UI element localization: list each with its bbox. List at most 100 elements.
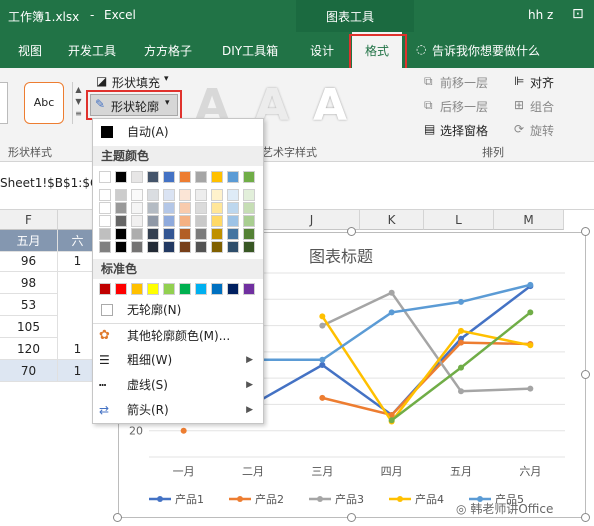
theme-color-swatch[interactable] xyxy=(195,228,207,240)
send-backward-button[interactable]: 后移一层 xyxy=(440,98,488,115)
tab-diy-toolbox[interactable]: DIY工具箱 xyxy=(222,42,278,59)
theme-color-swatch[interactable] xyxy=(195,189,207,201)
theme-color-swatch[interactable] xyxy=(99,171,111,183)
theme-color-swatch[interactable] xyxy=(211,171,223,183)
name-box[interactable]: Sheet1!$B$1:$G xyxy=(0,176,99,190)
column-header-j[interactable]: J xyxy=(264,210,360,230)
theme-color-swatch[interactable] xyxy=(243,228,255,240)
align-button[interactable]: 对齐 xyxy=(530,74,554,91)
table-cell[interactable]: 98 xyxy=(0,272,58,294)
auto-color-item[interactable]: 自动(A) xyxy=(93,121,263,143)
theme-color-swatch[interactable] xyxy=(179,171,191,183)
theme-color-swatch[interactable] xyxy=(115,228,127,240)
standard-color-swatch[interactable] xyxy=(163,283,175,295)
tab-developer[interactable]: 开发工具 xyxy=(68,42,116,59)
rotate-button[interactable]: 旋转 xyxy=(530,122,554,139)
theme-color-swatch[interactable] xyxy=(227,189,239,201)
theme-color-swatch[interactable] xyxy=(131,171,143,183)
theme-color-swatch[interactable] xyxy=(115,189,127,201)
theme-color-swatch[interactable] xyxy=(179,189,191,201)
theme-color-swatch[interactable] xyxy=(115,202,127,214)
theme-color-swatch[interactable] xyxy=(99,202,111,214)
standard-color-swatch[interactable] xyxy=(243,283,255,295)
tell-me-search[interactable]: 告诉我你想要做什么 xyxy=(432,42,540,59)
theme-color-swatch[interactable] xyxy=(99,189,111,201)
theme-color-swatch[interactable] xyxy=(163,189,175,201)
column-header-f[interactable]: F xyxy=(0,210,58,230)
shape-fill-dropdown-icon[interactable]: ▾ xyxy=(164,74,169,84)
theme-color-swatch[interactable] xyxy=(227,202,239,214)
resize-handle[interactable] xyxy=(347,227,356,236)
theme-color-swatch[interactable] xyxy=(227,215,239,227)
theme-color-swatch[interactable] xyxy=(131,189,143,201)
theme-color-swatch[interactable] xyxy=(195,241,207,253)
standard-color-swatch[interactable] xyxy=(227,283,239,295)
theme-color-swatch[interactable] xyxy=(211,189,223,201)
theme-color-swatch[interactable] xyxy=(99,228,111,240)
user-name[interactable]: hh z xyxy=(528,8,553,22)
theme-color-swatch[interactable] xyxy=(115,171,127,183)
theme-color-swatch[interactable] xyxy=(195,215,207,227)
theme-color-swatch[interactable] xyxy=(163,228,175,240)
theme-color-swatch[interactable] xyxy=(243,189,255,201)
tab-view[interactable]: 视图 xyxy=(18,42,42,59)
no-outline-item[interactable]: 无轮廓(N) xyxy=(93,299,263,321)
cell-f1[interactable]: 五月 xyxy=(0,230,58,252)
theme-color-swatch[interactable] xyxy=(163,171,175,183)
standard-color-swatch[interactable] xyxy=(147,283,159,295)
theme-color-swatch[interactable] xyxy=(115,215,127,227)
theme-color-swatch[interactable] xyxy=(211,202,223,214)
group-button[interactable]: 组合 xyxy=(530,98,554,115)
column-header-l[interactable]: L xyxy=(424,210,494,230)
theme-color-swatch[interactable] xyxy=(131,215,143,227)
arrows-item[interactable]: ⇄ 箭头(R) ▶ xyxy=(93,399,263,421)
table-cell[interactable]: 53 xyxy=(0,294,58,316)
column-header-k[interactable]: K xyxy=(360,210,424,230)
theme-color-swatch[interactable] xyxy=(211,241,223,253)
resize-handle[interactable] xyxy=(113,513,122,522)
shape-fill-button[interactable]: 形状填充 xyxy=(112,74,160,91)
theme-color-swatch[interactable] xyxy=(179,241,191,253)
theme-color-swatch[interactable] xyxy=(179,202,191,214)
tab-fangfang[interactable]: 方方格子 xyxy=(144,42,192,59)
table-cell[interactable]: 105 xyxy=(0,316,58,338)
ribbon-display-options-icon[interactable]: ⊡ xyxy=(572,6,584,22)
table-cell[interactable]: 120 xyxy=(0,338,58,360)
chart-title[interactable]: 图表标题 xyxy=(309,243,373,267)
resize-handle[interactable] xyxy=(581,513,590,522)
weight-item[interactable]: ☰ 粗细(W) ▶ xyxy=(93,349,263,371)
standard-color-swatch[interactable] xyxy=(99,283,111,295)
theme-color-swatch[interactable] xyxy=(211,228,223,240)
theme-color-swatch[interactable] xyxy=(227,171,239,183)
standard-color-swatch[interactable] xyxy=(211,283,223,295)
bring-forward-button[interactable]: 前移一层 xyxy=(440,74,488,91)
theme-color-swatch[interactable] xyxy=(227,228,239,240)
style-gallery-prev[interactable] xyxy=(0,82,8,124)
standard-color-swatch[interactable] xyxy=(131,283,143,295)
theme-color-swatch[interactable] xyxy=(243,215,255,227)
theme-color-swatch[interactable] xyxy=(147,228,159,240)
wordart-style-3[interactable]: A xyxy=(304,80,356,132)
theme-color-swatch[interactable] xyxy=(163,202,175,214)
theme-color-swatch[interactable] xyxy=(131,202,143,214)
dashes-item[interactable]: ┅ 虚线(S) ▶ xyxy=(93,374,263,396)
shape-style-abc[interactable]: Abc xyxy=(24,82,64,124)
theme-color-swatch[interactable] xyxy=(147,215,159,227)
theme-color-swatch[interactable] xyxy=(147,241,159,253)
theme-color-swatch[interactable] xyxy=(211,215,223,227)
standard-color-swatch[interactable] xyxy=(179,283,191,295)
selection-pane-button[interactable]: 选择窗格 xyxy=(440,122,488,139)
more-outline-colors-item[interactable]: ✿ 其他轮廓颜色(M)... xyxy=(93,325,263,347)
standard-color-swatch[interactable] xyxy=(195,283,207,295)
standard-color-swatch[interactable] xyxy=(115,283,127,295)
theme-color-swatch[interactable] xyxy=(147,171,159,183)
table-cell[interactable]: 96 xyxy=(0,250,58,272)
resize-handle[interactable] xyxy=(581,227,590,236)
theme-color-swatch[interactable] xyxy=(99,241,111,253)
style-gallery-scroll[interactable]: ▲ ▼ ≡ xyxy=(72,82,84,124)
resize-handle[interactable] xyxy=(347,513,356,522)
theme-color-swatch[interactable] xyxy=(131,241,143,253)
theme-color-swatch[interactable] xyxy=(195,171,207,183)
tab-design[interactable]: 设计 xyxy=(310,42,334,59)
theme-color-swatch[interactable] xyxy=(163,215,175,227)
